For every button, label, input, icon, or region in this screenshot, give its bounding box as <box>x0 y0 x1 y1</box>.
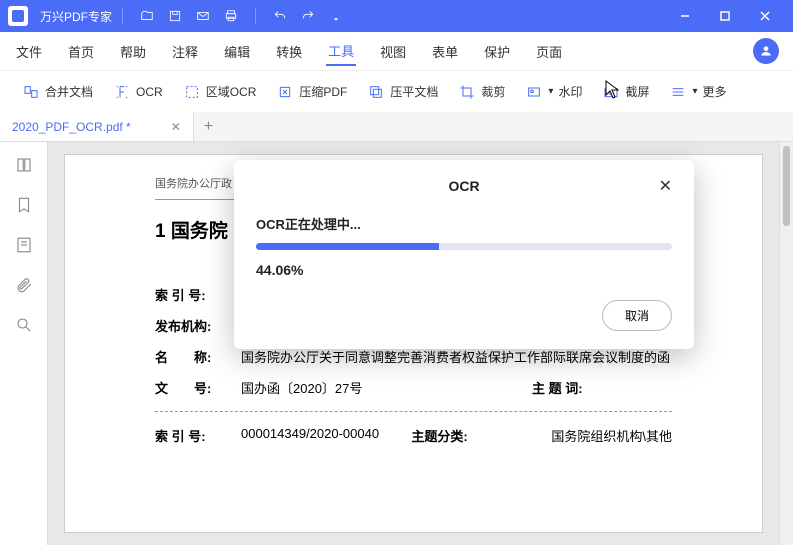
annotation-icon[interactable] <box>13 234 35 256</box>
menu-help[interactable]: 帮助 <box>118 38 148 65</box>
left-sidebar <box>0 142 48 545</box>
tool-ocr[interactable]: OCR <box>105 79 171 105</box>
redo-icon[interactable] <box>294 2 322 30</box>
user-avatar[interactable] <box>753 38 779 64</box>
ocr-dialog: OCR ✕ OCR正在处理中... 44.06% 取消 <box>234 160 694 349</box>
tool-merge[interactable]: 合并文档 <box>14 79 101 105</box>
tool-screenshot[interactable]: 截屏 <box>594 79 657 105</box>
dropdown-icon[interactable] <box>322 2 350 30</box>
menu-tools[interactable]: 工具 <box>326 37 356 66</box>
progress-fill <box>256 243 439 250</box>
menu-form[interactable]: 表单 <box>430 38 460 65</box>
tab-name: 2020_PDF_OCR.pdf * <box>12 120 131 134</box>
print-icon[interactable] <box>217 2 245 30</box>
tool-compress[interactable]: 压缩PDF <box>268 79 355 105</box>
tool-more[interactable]: ▾更多 <box>661 79 734 105</box>
menu-page[interactable]: 页面 <box>534 38 564 65</box>
processing-label: OCR正在处理中... <box>256 214 672 233</box>
dialog-close-icon[interactable]: ✕ <box>659 176 672 196</box>
app-name: 万兴PDF专家 <box>40 8 112 25</box>
minimize-button[interactable] <box>665 4 705 28</box>
cancel-button[interactable]: 取消 <box>602 300 672 331</box>
save-icon[interactable] <box>161 2 189 30</box>
menu-convert[interactable]: 转换 <box>274 38 304 65</box>
menu-view[interactable]: 视图 <box>378 38 408 65</box>
app-logo <box>8 6 28 26</box>
undo-icon[interactable] <box>266 2 294 30</box>
toolbar: 合并文档 OCR 区域OCR 压缩PDF 压平文档 裁剪 ▾水印 截屏 ▾更多 <box>0 70 793 112</box>
menu-protect[interactable]: 保护 <box>482 38 512 65</box>
menu-home[interactable]: 首页 <box>66 38 96 65</box>
document-tab[interactable]: 2020_PDF_OCR.pdf * ✕ <box>0 112 194 141</box>
progress-bar <box>256 243 672 250</box>
open-icon[interactable] <box>133 2 161 30</box>
menu-annotate[interactable]: 注释 <box>170 38 200 65</box>
progress-percent: 44.06% <box>256 262 672 278</box>
title-bar: 万兴PDF专家 <box>0 0 793 32</box>
thumbnails-icon[interactable] <box>13 154 35 176</box>
dialog-title: OCR <box>448 178 479 194</box>
tab-close-icon[interactable]: ✕ <box>171 120 181 134</box>
menu-file[interactable]: 文件 <box>14 38 44 65</box>
bookmark-icon[interactable] <box>13 194 35 216</box>
tool-crop[interactable]: 裁剪 <box>450 79 513 105</box>
tool-areaocr[interactable]: 区域OCR <box>175 79 265 105</box>
vertical-scrollbar[interactable] <box>779 142 793 545</box>
tool-watermark[interactable]: ▾水印 <box>517 79 590 105</box>
maximize-button[interactable] <box>705 4 745 28</box>
tool-flatten[interactable]: 压平文档 <box>359 79 446 105</box>
mail-icon[interactable] <box>189 2 217 30</box>
menu-bar: 文件 首页 帮助 注释 编辑 转换 工具 视图 表单 保护 页面 <box>0 32 793 70</box>
menu-edit[interactable]: 编辑 <box>222 38 252 65</box>
tab-add-button[interactable]: + <box>194 112 223 141</box>
scrollbar-thumb[interactable] <box>783 146 790 226</box>
tab-bar: 2020_PDF_OCR.pdf * ✕ + <box>0 112 793 142</box>
close-button[interactable] <box>745 4 785 28</box>
attachment-icon[interactable] <box>13 274 35 296</box>
search-icon[interactable] <box>13 314 35 336</box>
